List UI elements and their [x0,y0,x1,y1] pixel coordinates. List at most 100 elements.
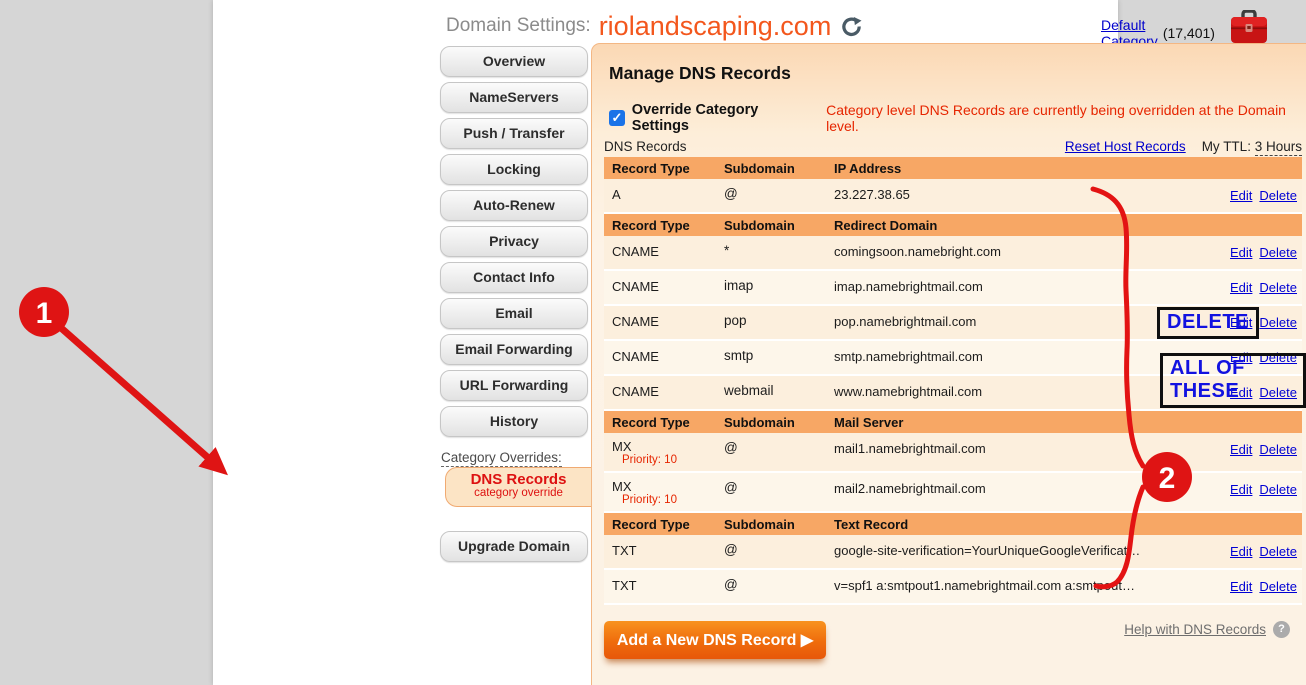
column-header: Text Record [834,517,908,532]
column-header: Mail Server [834,415,903,430]
row-actions: Edit Delete [1223,482,1297,497]
record-subdomain: @ [724,542,738,557]
record-type: CNAME [612,384,659,399]
edit-link[interactable]: Edit [1230,544,1252,559]
sidebar-item-dns-records[interactable]: DNS Records category override [445,467,591,507]
sidebar-item-email-forwarding[interactable]: Email Forwarding [440,334,588,365]
table-section-header: Record TypeSubdomainText Record [604,513,1302,535]
question-mark-icon[interactable]: ? [1273,621,1290,638]
sidebar-item-email[interactable]: Email [440,298,588,329]
page-header: Domain Settings: riolandscaping.com [446,8,862,44]
ttl-prefix: My TTL: [1202,139,1251,154]
delete-link[interactable]: Delete [1259,280,1297,295]
sidebar-item-url-forwarding[interactable]: URL Forwarding [440,370,588,401]
record-value: google-site-verification=YourUniqueGoogl… [834,543,1140,558]
record-subdomain: smtp [724,348,753,363]
override-settings-row: ✓ Override Category Settings Category le… [609,102,1306,134]
record-subdomain: @ [724,186,738,201]
table-row: A@23.227.38.65EditDelete [604,179,1302,214]
delete-link[interactable]: Delete [1259,579,1297,594]
record-type: CNAME [612,314,659,329]
record-priority: Priority: 10 [622,454,677,466]
record-subdomain: webmail [724,383,774,398]
record-value: pop.namebrightmail.com [834,314,976,329]
edit-link[interactable]: Edit [1230,245,1252,260]
record-type: MX [612,479,632,494]
sidebar-item-privacy[interactable]: Privacy [440,226,588,257]
domain-name: riolandscaping.com [599,11,832,42]
edit-link[interactable]: Edit [1230,482,1252,497]
sidebar-item-contact-info[interactable]: Contact Info [440,262,588,293]
sidebar-item-push-transfer[interactable]: Push / Transfer [440,118,588,149]
annotation-all-of-these-label: ALL OF THESE [1160,353,1306,408]
column-header: Subdomain [724,517,834,532]
sidebar-item-history[interactable]: History [440,406,588,437]
screenshot-stage: Domain Settings: riolandscaping.com Defa… [0,0,1306,685]
add-dns-record-button[interactable]: Add a New DNS Record ▶ [604,621,826,659]
record-value: www.namebrightmail.com [834,384,982,399]
table-row: MXPriority: 10@mail1.namebrightmail.comE… [604,433,1302,473]
column-header: Redirect Domain [834,218,937,233]
override-category-checkbox[interactable]: ✓ [609,110,625,126]
sidebar-item-upgrade-domain[interactable]: Upgrade Domain [440,531,588,562]
domain-settings-label: Domain Settings: [446,15,591,37]
table-row: TXT @ v=spf1 a:smtpout1.namebrightmail.com… [604,570,1302,605]
category-overrides-label: Category Overrides: [441,450,562,467]
delete-link[interactable]: Delete [1259,188,1297,203]
column-header: Record Type [612,415,724,430]
sidebar-item-auto-renew[interactable]: Auto-Renew [440,190,588,221]
record-priority: Priority: 10 [622,494,677,506]
override-checkbox-label: Override Category Settings [632,102,817,134]
record-value: v=spf1 a:smtpout1.namebrightmail.com a:s… [834,578,1135,593]
delete-link[interactable]: Delete [1259,544,1297,559]
table-section-header: Record TypeSubdomainIP Address [604,157,1302,179]
column-header: Record Type [612,517,724,532]
override-warning-text: Category level DNS Records are currently… [826,102,1306,134]
help-dns-records-link[interactable]: Help with DNS Records [1124,622,1266,637]
column-header: Record Type [612,218,724,233]
record-value: imap.namebrightmail.com [834,279,983,294]
app-window: Domain Settings: riolandscaping.com Defa… [213,0,1118,685]
edit-link[interactable]: Edit [1230,442,1252,457]
edit-link[interactable]: Edit [1230,579,1252,594]
ttl-value[interactable]: 3 Hours [1255,139,1302,156]
edit-link[interactable]: Edit [1230,280,1252,295]
record-type: TXT [612,543,637,558]
dns-records-table-label: DNS Records [604,139,687,154]
row-actions: Edit Delete [1223,245,1297,260]
row-actions: Edit Delete [1223,544,1297,559]
annotation-step-1: 1 [36,297,53,330]
panel-title: Manage DNS Records [609,63,791,84]
edit-link[interactable]: Edit [1230,188,1252,203]
annotation-circle-1 [19,287,69,337]
refresh-icon[interactable] [841,16,862,37]
row-actions: Edit Delete [1223,579,1297,594]
delete-link[interactable]: Delete [1259,482,1297,497]
help-row: Help with DNS Records ? [1124,621,1290,638]
sidebar-item-overview[interactable]: Overview [440,46,588,77]
delete-link[interactable]: Delete [1259,245,1297,260]
category-override-sublabel: category override [446,487,591,499]
column-header: IP Address [834,161,901,176]
record-value: mail2.namebrightmail.com [834,481,986,496]
reset-host-records-link[interactable]: Reset Host Records [1065,139,1186,154]
delete-link[interactable]: Delete [1259,442,1297,457]
column-header: Subdomain [724,415,834,430]
table-section-header: Record TypeSubdomainMail Server [604,411,1302,433]
record-type: CNAME [612,349,659,364]
record-value: comingsoon.namebright.com [834,244,1001,259]
record-value: mail1.namebrightmail.com [834,441,986,456]
sidebar-item-locking[interactable]: Locking [440,154,588,185]
column-header: Record Type [612,161,724,176]
table-row: CNAMEimapimap.namebrightmail.comEditDele… [604,271,1302,306]
delete-link[interactable]: Delete [1259,315,1297,330]
sidebar-item-nameservers[interactable]: NameServers [440,82,588,113]
table-row: TXT @ google-site-verification=YourUniqueG… [604,535,1302,570]
record-type: A [612,187,621,202]
record-type: CNAME [612,244,659,259]
table-section-header: Record TypeSubdomainRedirect Domain [604,214,1302,236]
record-subdomain: @ [724,480,738,495]
record-type: TXT [612,578,637,593]
record-subdomain: @ [724,577,738,592]
record-value: smtp.namebrightmail.com [834,349,983,364]
